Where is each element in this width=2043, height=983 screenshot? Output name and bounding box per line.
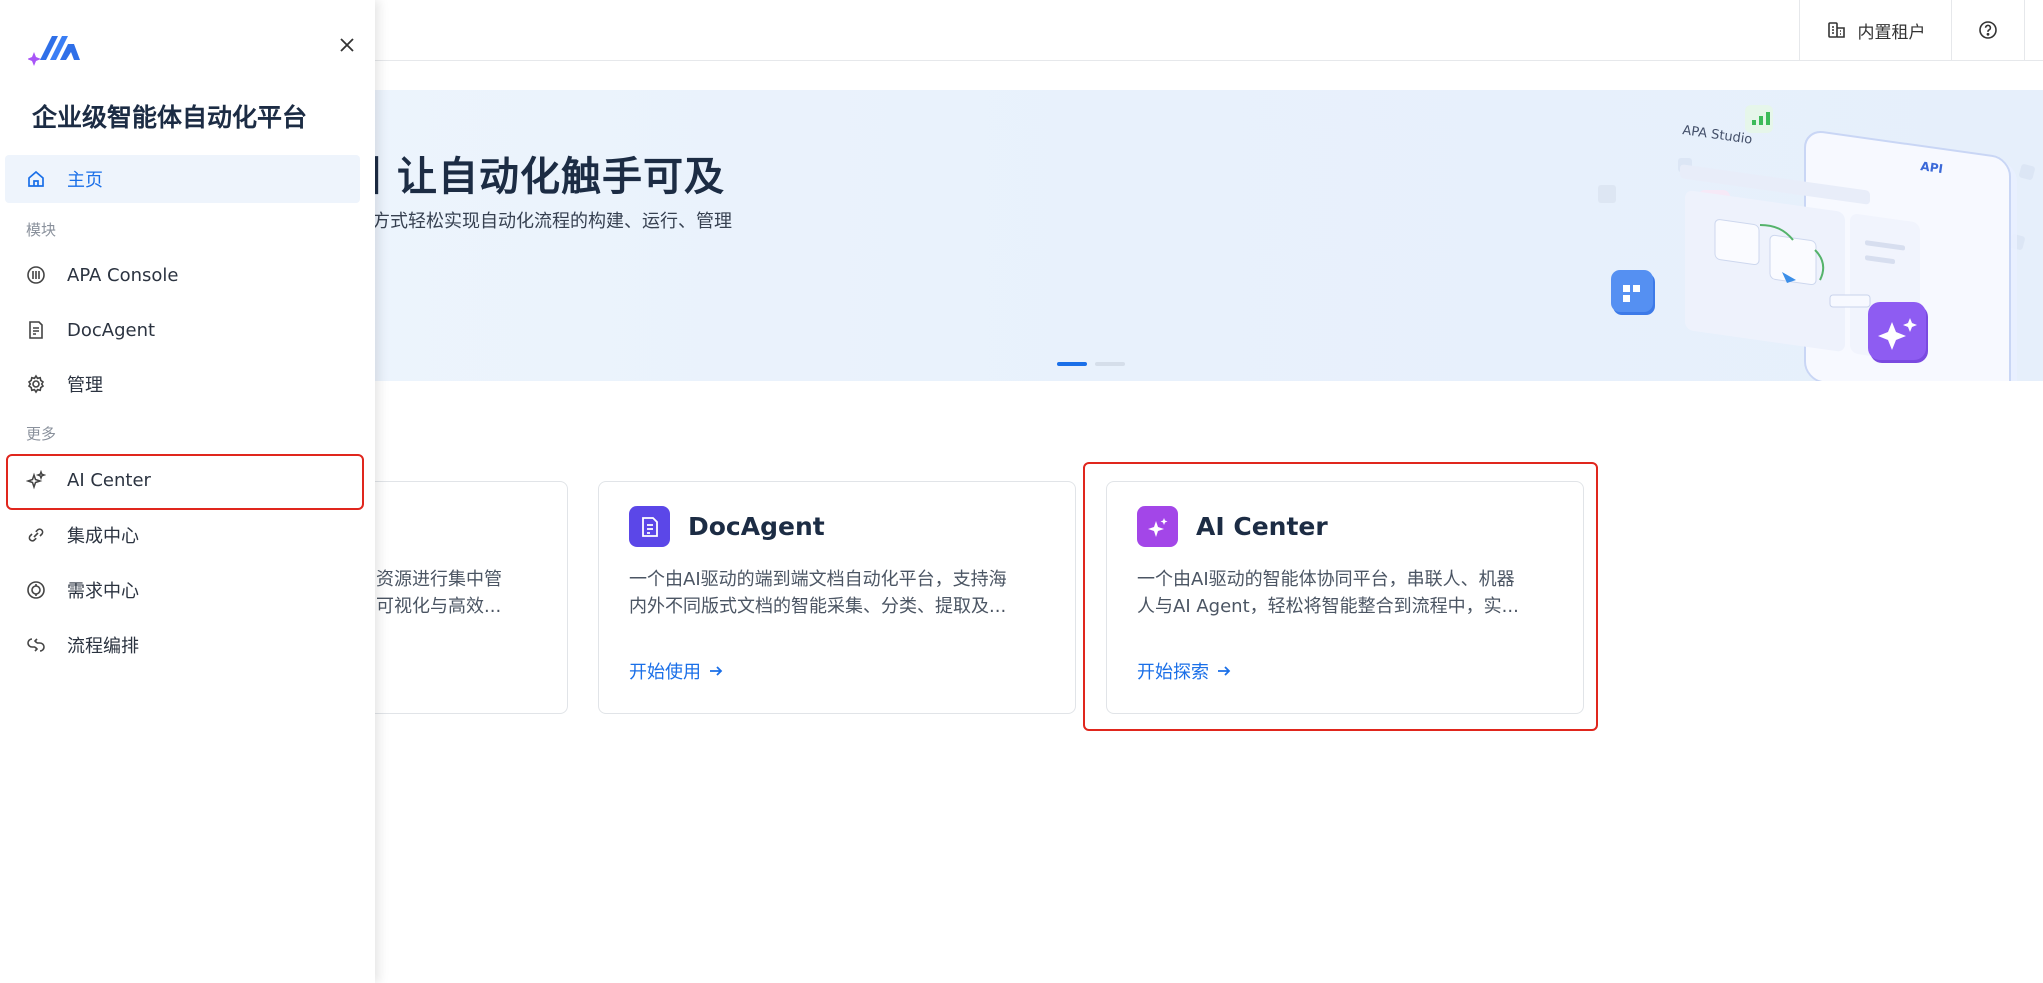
card-link-label: 开始使用	[629, 662, 701, 683]
card-header: DocAgent	[629, 506, 825, 547]
sidebar-item-management[interactable]: 管理	[5, 360, 360, 408]
link-icon	[25, 524, 47, 546]
sidebar-item-label: 主页	[67, 170, 103, 191]
card-title: DocAgent	[688, 512, 825, 541]
sidebar-item-label: 管理	[67, 375, 103, 396]
card-desc-line: 一个由AI驱动的端到端文档自动化平台，支持海	[629, 569, 1007, 590]
close-button[interactable]	[336, 34, 358, 56]
app-logo	[27, 30, 84, 70]
banner-subtitle: 方式轻松实现自动化流程的构建、运行、管理	[372, 211, 732, 232]
home-icon	[25, 168, 47, 190]
banner-illustration: APA Studio API	[1598, 105, 2035, 381]
arrow-right-icon	[705, 660, 727, 682]
module-card-docagent[interactable]: DocAgent 一个由AI驱动的端到端文档自动化平台，支持海 内外不同版式文档…	[598, 481, 1076, 714]
highlight-box-ai-center-card	[1083, 462, 1598, 731]
sidebar-item-flow-orchestration[interactable]: 流程编排	[5, 621, 360, 669]
start-using-link[interactable]: 开始使用	[629, 658, 727, 684]
carousel-dot-active[interactable]	[1057, 362, 1087, 366]
studio-label: APA Studio	[1681, 123, 1753, 148]
carousel-dot[interactable]	[1095, 362, 1125, 366]
sidebar-item-label: 集成中心	[67, 526, 139, 547]
highlight-box-ai-center-nav	[6, 454, 364, 510]
card-description: 一个由AI驱动的端到端文档自动化平台，支持海 内外不同版式文档的智能采集、分类、…	[629, 566, 1029, 620]
banner-title: 丨让自动化触手可及	[356, 154, 725, 200]
tenant-label: 内置租户	[1857, 22, 1926, 43]
sidebar-item-label: 流程编排	[67, 636, 139, 657]
sidebar-item-label: DocAgent	[67, 319, 156, 341]
card-description: 资源进行集中管 可视化与高效...	[376, 566, 556, 620]
sidebar-drawer: 企业级智能体自动化平台 主页 模块 APA Console DocAgent 管…	[0, 0, 375, 983]
section-label-modules: 模块	[26, 221, 57, 239]
app-page: 内置租户 丨让自动化触手可及 方式轻松实现自动化流程的构建、运行、管理 APA …	[0, 0, 2043, 983]
card-desc-line: 资源进行集中管	[376, 569, 502, 590]
document-icon	[25, 319, 47, 341]
gear-icon	[25, 373, 47, 395]
sidebar-item-label: 需求中心	[67, 581, 139, 602]
card-desc-line: 内外不同版式文档的智能采集、分类、提取及...	[629, 596, 1007, 617]
console-icon	[25, 264, 47, 286]
sidebar-item-integration-center[interactable]: 集成中心	[5, 511, 360, 559]
tenant-switcher[interactable]: 内置租户	[1799, 0, 1952, 60]
platform-title: 企业级智能体自动化平台	[32, 103, 308, 132]
carousel-indicators	[1057, 362, 1125, 366]
sidebar-item-apa-console[interactable]: APA Console	[5, 251, 360, 299]
help-button[interactable]	[1952, 0, 2025, 60]
sidebar-item-requirement-center[interactable]: 需求中心	[5, 566, 360, 614]
section-label-more: 更多	[26, 425, 57, 443]
sidebar-item-docagent[interactable]: DocAgent	[5, 306, 360, 354]
card-desc-line: 可视化与高效...	[376, 596, 502, 617]
flow-icon	[25, 634, 47, 656]
close-icon	[336, 34, 358, 56]
document-icon	[629, 506, 670, 547]
help-icon	[1977, 19, 1999, 41]
requirement-icon	[25, 579, 47, 601]
sidebar-item-home[interactable]: 主页	[5, 155, 360, 203]
sidebar-item-label: APA Console	[67, 264, 179, 286]
building-icon	[1826, 19, 1848, 41]
